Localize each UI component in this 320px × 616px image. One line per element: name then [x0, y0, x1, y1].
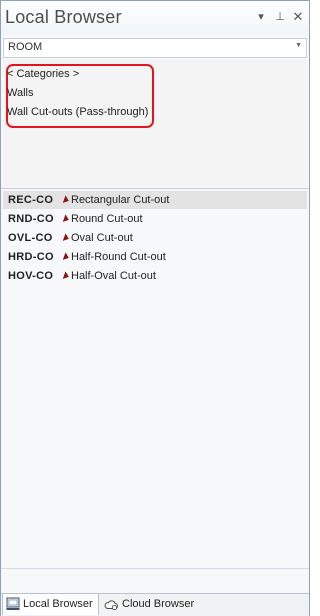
window-menu-dropdown-icon[interactable]: ▾ [255, 10, 267, 24]
category-item-walls[interactable]: Walls [7, 87, 33, 99]
item-code: RND-CO [8, 213, 54, 225]
status-separator [1, 568, 309, 569]
title-bar: Local Browser ▾ ⊥ ✕ [1, 1, 309, 35]
local-browser-icon [6, 597, 20, 610]
close-icon[interactable]: ✕ [292, 10, 304, 24]
pane-divider[interactable] [1, 188, 309, 189]
item-code: HRD-CO [8, 251, 54, 263]
arrow-bullet-icon [62, 271, 71, 281]
bottom-tab-strip: Local Browser Cloud Browser [1, 593, 309, 616]
local-browser-panel: Local Browser ▾ ⊥ ✕ ROOM ▼ < Categories … [0, 0, 310, 616]
item-name: Half-Oval Cut-out [71, 270, 156, 282]
item-name: Round Cut-out [71, 213, 143, 225]
list-item[interactable]: HRD-CO Half-Round Cut-out [3, 248, 307, 266]
item-code: REC-CO [8, 194, 54, 206]
arrow-bullet-icon [62, 195, 71, 205]
item-code: OVL-CO [8, 232, 53, 244]
item-name: Oval Cut-out [71, 232, 133, 244]
arrow-bullet-icon [62, 252, 71, 262]
filter-dropdown[interactable]: ROOM ▼ [3, 38, 307, 58]
tab-label: Cloud Browser [122, 598, 195, 610]
category-item-all[interactable]: < Categories > [7, 68, 79, 80]
panel-title: Local Browser [5, 7, 122, 27]
item-name: Rectangular Cut-out [71, 194, 170, 206]
list-item[interactable]: REC-CO Rectangular Cut-out [3, 191, 307, 209]
list-item[interactable]: OVL-CO Oval Cut-out [3, 229, 307, 247]
list-item[interactable]: HOV-CO Half-Oval Cut-out [3, 267, 307, 285]
arrow-bullet-icon [62, 214, 71, 224]
tab-local-browser[interactable]: Local Browser [2, 594, 99, 615]
pin-icon[interactable]: ⊥ [274, 10, 286, 24]
arrow-bullet-icon [62, 233, 71, 243]
item-name: Half-Round Cut-out [71, 251, 166, 263]
tab-label: Local Browser [23, 598, 93, 610]
category-item-wall-cutouts[interactable]: Wall Cut-outs (Pass-through) [7, 106, 148, 118]
cloud-browser-icon [104, 600, 118, 611]
category-tree: < Categories > Walls Wall Cut-outs (Pass… [3, 59, 307, 187]
chevron-down-icon: ▼ [295, 42, 302, 49]
item-code: HOV-CO [8, 270, 54, 282]
filter-selected-value: ROOM [8, 41, 43, 53]
tab-cloud-browser[interactable]: Cloud Browser [101, 594, 211, 615]
list-item[interactable]: RND-CO Round Cut-out [3, 210, 307, 228]
